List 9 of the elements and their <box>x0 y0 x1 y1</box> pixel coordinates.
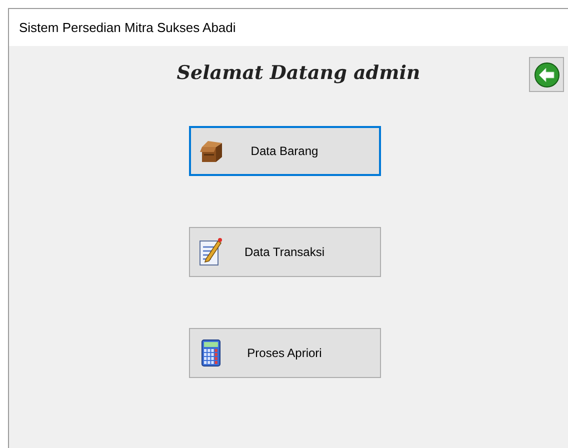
back-button[interactable] <box>529 57 564 92</box>
menu-button[interactable]: Proses Apriori <box>188 328 380 378</box>
notepad-pencil-icon <box>198 237 222 267</box>
box-icon <box>198 138 224 164</box>
menu-button[interactable]: Data Barang <box>188 126 380 176</box>
welcome-heading: Selamat Datang admin <box>176 61 420 86</box>
menu-button[interactable]: Data Transaksi <box>188 227 380 277</box>
calculator-icon <box>200 339 220 367</box>
window-title: Sistem Persedian Mitra Sukses Abadi <box>19 18 236 37</box>
